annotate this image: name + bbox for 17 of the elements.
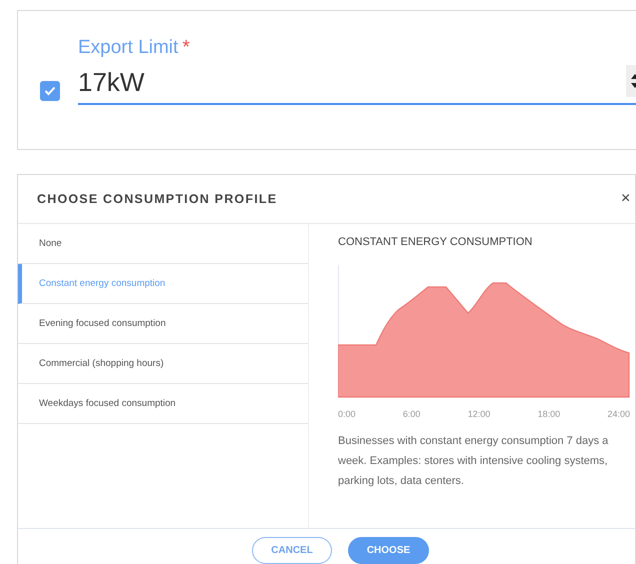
profile-item[interactable]: Evening focused consumption <box>18 304 308 344</box>
dialog-title: CHOOSE CONSUMPTION PROFILE <box>37 192 278 206</box>
profile-item[interactable]: Commercial (shopping hours) <box>18 344 308 384</box>
required-mark: * <box>182 37 190 58</box>
profile-item[interactable]: Weekdays focused consumption <box>18 384 308 424</box>
field-label: Export Limit <box>78 37 178 58</box>
profile-item[interactable]: None <box>18 224 308 264</box>
checkbox[interactable] <box>40 81 60 101</box>
profile-description: Businesses with constant energy consumption 7 days a week. Examples: stores with intensive cooling systems, parking lots, data centers. <box>338 434 610 489</box>
profile-title: CONSTANT ENERGY CONSUMPTION <box>338 236 534 248</box>
axis-label: 0:00 <box>338 409 356 419</box>
close-button[interactable]: × <box>621 190 633 208</box>
axis-label: 18:00 <box>538 409 560 419</box>
axis-label: 6:00 <box>402 409 420 419</box>
check-icon <box>44 86 56 96</box>
axis-label: 24:00 <box>607 409 630 419</box>
axis-label: 12:00 <box>468 409 490 419</box>
